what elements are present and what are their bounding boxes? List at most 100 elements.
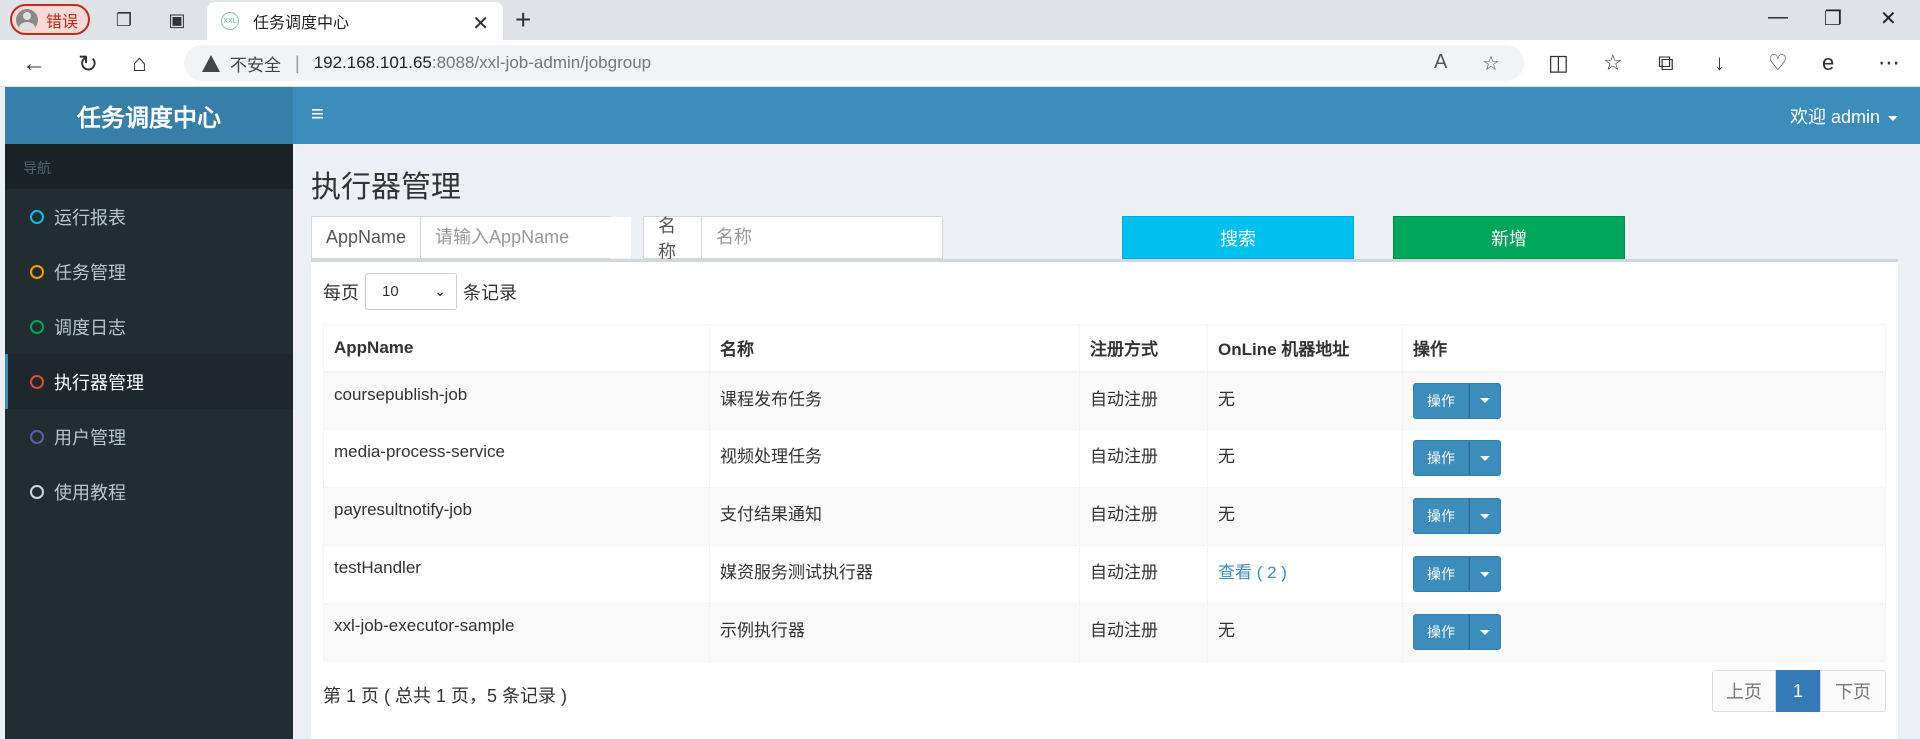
app-logo[interactable]: 任务调度中心 xyxy=(5,87,293,144)
operation-dropdown-toggle[interactable] xyxy=(1469,614,1501,650)
table-row: coursepublish-job 课程发布任务 自动注册无操作 xyxy=(323,371,1886,430)
tab-title: 任务调度中心 xyxy=(253,15,350,32)
cell-online-address: 无 xyxy=(1207,371,1403,430)
cell-name: 支付结果通知 xyxy=(709,487,1080,546)
profile-button[interactable]: 错误 xyxy=(10,4,90,35)
new-tab-icon[interactable]: + xyxy=(515,4,531,36)
operation-dropdown-toggle[interactable] xyxy=(1469,498,1501,534)
tab-close-icon[interactable]: ✕ xyxy=(472,11,489,36)
sidebar-item-jobinfo[interactable]: 任务管理 xyxy=(5,244,293,299)
address-bar[interactable]: 不安全 | 192.168.101.65 :8088/xxl-job-admin… xyxy=(184,45,1524,81)
browser-essentials-icon[interactable]: ♡ xyxy=(1768,50,1788,76)
next-page-button[interactable]: 下页 xyxy=(1820,670,1886,712)
workspaces-icon[interactable]: ❐ xyxy=(112,8,136,32)
circle-icon xyxy=(30,374,44,389)
xxl-job-admin: 任务调度中心 ≡ 欢迎 admin 导航 运行报表 任务管理 调度日志 执行器管理 用户… xyxy=(5,87,1920,739)
name-filter: 名称 xyxy=(643,216,943,262)
page-length-suffix: 条记录 xyxy=(463,282,517,303)
cell-name: 示例执行器 xyxy=(709,603,1080,662)
operation-button[interactable]: 操作 xyxy=(1413,556,1469,592)
sidebar-item-label: 使用教程 xyxy=(54,482,126,503)
sidebar-item-report[interactable]: 运行报表 xyxy=(5,189,293,244)
more-menu-icon[interactable]: ⋯ xyxy=(1878,50,1900,76)
security-label[interactable]: 不安全 xyxy=(230,51,281,76)
sidebar-item-jobgroup[interactable]: 执行器管理 xyxy=(5,354,293,409)
download-icon[interactable]: ↓ xyxy=(1714,50,1725,76)
top-navbar: ≡ 欢迎 admin xyxy=(293,87,1920,144)
table-row: xxl-job-executor-sample 示例执行器 自动注册无操作 xyxy=(323,603,1886,662)
search-button[interactable]: 搜索 xyxy=(1122,216,1354,259)
caret-down-icon xyxy=(1480,571,1490,577)
sidebar-item-label: 执行器管理 xyxy=(54,372,144,393)
cell-operation: 操作 xyxy=(1402,487,1886,546)
sidebar-item-user[interactable]: 用户管理 xyxy=(5,409,293,464)
home-icon[interactable]: ⌂ xyxy=(132,50,147,78)
circle-icon xyxy=(30,319,44,334)
sidebar-item-label: 运行报表 xyxy=(54,207,126,228)
page-1-button[interactable]: 1 xyxy=(1776,670,1820,712)
page-length: 每页 10 ⌄ 条记录 xyxy=(323,273,517,310)
user-menu[interactable]: 欢迎 admin xyxy=(1790,103,1898,129)
cell-operation: 操作 xyxy=(1402,603,1886,662)
main-content: 执行器管理 AppName 名称 搜索 新增 每页 10 ⌄ 条记录 xyxy=(293,144,1920,739)
browser-toolbar: ← ↻ ⌂ 不安全 | 192.168.101.65 :8088/xxl-job… xyxy=(0,40,1920,87)
cell-register-type: 自动注册 xyxy=(1079,603,1208,662)
ie-mode-icon[interactable]: e xyxy=(1822,50,1834,76)
appname-label: AppName xyxy=(312,217,422,258)
split-screen-icon[interactable]: ◫ xyxy=(1548,50,1569,76)
col-register-type[interactable]: 注册方式 xyxy=(1079,324,1208,373)
restore-icon[interactable]: ❐ xyxy=(1824,6,1842,31)
col-online-address[interactable]: OnLine 机器地址 xyxy=(1207,324,1403,373)
cell-appname: media-process-service xyxy=(323,429,710,488)
browser-tab-bar: 错误 ❐ ▣ XXL 任务调度中心 ✕ + — ❐ ✕ xyxy=(0,0,1920,40)
online-address-link[interactable]: 查看 ( 2 ) xyxy=(1218,563,1287,582)
chevron-down-icon: ⌄ xyxy=(434,283,446,299)
operation-button[interactable]: 操作 xyxy=(1413,614,1469,650)
operation-dropdown-toggle[interactable] xyxy=(1469,382,1501,419)
operation-button[interactable]: 操作 xyxy=(1413,440,1469,476)
collections-icon[interactable]: ⧉ xyxy=(1658,50,1674,76)
cell-register-type: 自动注册 xyxy=(1079,487,1208,546)
cell-register-type: 自动注册 xyxy=(1079,545,1208,604)
page-length-select[interactable]: 10 ⌄ xyxy=(365,273,457,310)
caret-down-icon xyxy=(1480,629,1490,635)
add-button[interactable]: 新增 xyxy=(1393,216,1625,259)
sidebar-item-label: 任务管理 xyxy=(54,262,126,283)
sidebar-toggle-icon[interactable]: ≡ xyxy=(311,101,324,127)
col-name[interactable]: 名称 xyxy=(709,324,1080,373)
operation-button[interactable]: 操作 xyxy=(1413,498,1469,534)
window-close-icon[interactable]: ✕ xyxy=(1880,6,1897,31)
cell-appname: xxl-job-executor-sample xyxy=(323,603,710,662)
favorites-icon[interactable]: ☆ xyxy=(1603,50,1623,76)
cell-operation: 操作 xyxy=(1402,371,1886,430)
operation-button[interactable]: 操作 xyxy=(1413,382,1469,419)
refresh-icon[interactable]: ↻ xyxy=(78,50,98,79)
circle-icon xyxy=(30,484,44,499)
tab-actions-icon[interactable]: ▣ xyxy=(165,8,189,32)
minimize-icon[interactable]: — xyxy=(1768,6,1788,29)
operation-button-group: 操作 xyxy=(1413,440,1501,476)
prev-page-button[interactable]: 上页 xyxy=(1712,670,1776,712)
cell-register-type: 自动注册 xyxy=(1079,371,1208,430)
cell-online-address: 无 xyxy=(1207,487,1403,546)
favorite-star-icon[interactable]: ☆ xyxy=(1482,51,1500,76)
sidebar-item-help[interactable]: 使用教程 xyxy=(5,464,293,519)
operation-dropdown-toggle[interactable] xyxy=(1469,440,1501,476)
cell-name: 视频处理任务 xyxy=(709,429,1080,488)
table-row: payresultnotify-job 支付结果通知 自动注册无操作 xyxy=(323,487,1886,546)
operation-button-group: 操作 xyxy=(1413,498,1501,534)
read-aloud-icon[interactable]: A xyxy=(1434,51,1447,74)
browser-tab-active[interactable]: XXL 任务调度中心 ✕ xyxy=(207,2,503,40)
col-appname[interactable]: AppName xyxy=(323,324,710,373)
appname-input[interactable] xyxy=(421,217,632,258)
circle-icon xyxy=(30,209,44,224)
appname-filter: AppName xyxy=(311,216,632,259)
operation-dropdown-toggle[interactable] xyxy=(1469,556,1501,592)
back-icon[interactable]: ← xyxy=(22,50,46,78)
name-input[interactable] xyxy=(702,217,942,258)
name-label: 名称 xyxy=(644,216,702,262)
sidebar-item-joblog[interactable]: 调度日志 xyxy=(5,299,293,354)
operation-button-group: 操作 xyxy=(1413,382,1501,419)
cell-online-address: 无 xyxy=(1207,603,1403,662)
sidebar: 导航 运行报表 任务管理 调度日志 执行器管理 用户管理 使用教程 xyxy=(5,144,293,739)
